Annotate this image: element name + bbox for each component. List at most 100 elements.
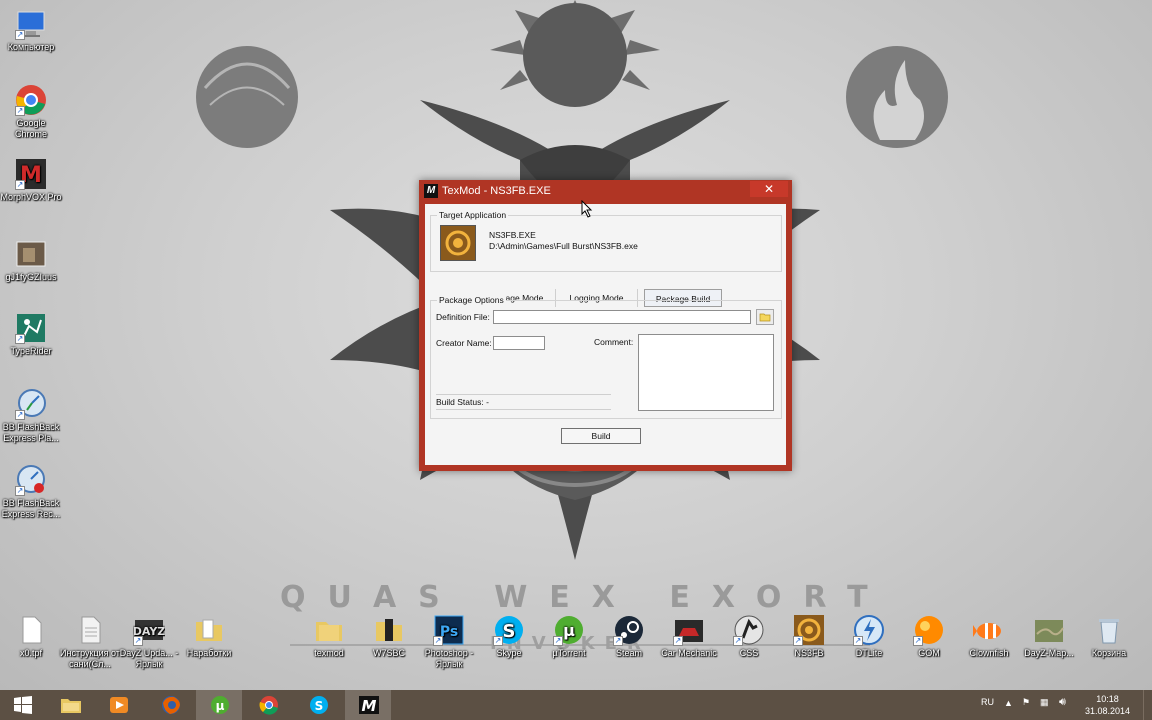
clock-date: 31.08.2014 — [1084, 706, 1130, 716]
taskbar-firefox[interactable] — [147, 690, 193, 720]
document-icon — [74, 614, 106, 646]
desktop-icon-label: Инструкция от сани(Сл... — [60, 648, 120, 669]
chrome-icon — [259, 696, 278, 715]
shortcut-arrow-icon: ↗ — [15, 486, 25, 496]
action-center-flag-icon[interactable]: ⚑ — [1022, 697, 1030, 720]
svg-text:M: M — [362, 697, 377, 715]
taskbar-media-player[interactable] — [95, 690, 141, 720]
shortcut-arrow-icon: ↗ — [913, 636, 923, 646]
gom-player-icon: ↗ — [913, 614, 945, 646]
desktop-icon-label: BB FlashBack Express Rec... — [1, 498, 61, 519]
flashback-recorder-icon: ↗ — [15, 464, 47, 496]
desktop-icon-skype[interactable]: S ↗ Skype — [478, 614, 540, 659]
svg-text:µ: µ — [563, 621, 575, 640]
flashback-player-icon: ↗ — [15, 388, 47, 420]
desktop-icon-photoshop[interactable]: Ps ↗ Photoshop - Ярлык — [418, 614, 480, 670]
svg-text:µ: µ — [216, 699, 225, 713]
shortcut-arrow-icon: ↗ — [133, 636, 143, 646]
desktop-icon-dtlite[interactable]: ↗ DTLite — [838, 614, 900, 659]
taskbar-explorer[interactable] — [47, 690, 93, 720]
system-clock[interactable]: 10:18 31.08.2014 — [1085, 693, 1130, 717]
comment-textarea[interactable] — [638, 334, 774, 411]
shortcut-arrow-icon: ↗ — [433, 636, 443, 646]
skype-icon: S — [310, 696, 328, 714]
desktop-icon-gom[interactable]: ↗ GOM — [898, 614, 960, 659]
counter-strike-icon: ↗ — [733, 614, 765, 646]
close-button[interactable]: ✕ — [750, 181, 788, 197]
desktop-icon-label: Корзина — [1091, 648, 1127, 658]
volume-icon[interactable]: 🔊︎ — [1059, 696, 1066, 720]
target-application-group: Target Application NS3FB.EXE D:\Admin\Ga… — [430, 210, 782, 272]
creator-name-input[interactable] — [493, 336, 545, 350]
desktop-icon-ns3fb[interactable]: ↗ NS3FB — [778, 614, 840, 659]
desktop-icon-computer[interactable]: ↗ Компьютер — [0, 8, 62, 53]
start-button[interactable] — [0, 690, 46, 720]
target-application-legend: Target Application — [437, 210, 509, 220]
desktop-icon-narabotki[interactable]: Наработки — [178, 614, 240, 659]
shortcut-arrow-icon: ↗ — [673, 636, 683, 646]
shortcut-arrow-icon: ↗ — [853, 636, 863, 646]
desktop-icon-flashback-recorder[interactable]: ↗ BB FlashBack Express Rec... — [0, 464, 62, 520]
shortcut-arrow-icon: ↗ — [733, 636, 743, 646]
network-icon[interactable]: ▦ — [1040, 697, 1049, 720]
desktop-icon-texmod-folder[interactable]: texmod — [298, 614, 360, 659]
desktop-icon-label: W7SBC — [372, 648, 405, 658]
build-status-label: Build Status: - — [436, 397, 489, 407]
desktop-icon-instruction[interactable]: Инструкция от сани(Сл... — [59, 614, 121, 670]
clownfish-icon — [973, 614, 1005, 646]
desktop-icon-clownfish[interactable]: Clownfish — [958, 614, 1020, 659]
desktop-icon-morphvox[interactable]: M ↗ MorphVOX Pro — [0, 158, 62, 203]
desktop-icon-w7sbc[interactable]: W7SBC — [358, 614, 420, 659]
morphvox-icon: M ↗ — [15, 158, 47, 190]
taskbar-texmod[interactable]: M — [345, 690, 391, 720]
build-button[interactable]: Build — [561, 428, 641, 444]
map-icon — [1033, 614, 1065, 646]
desktop-icon-flashback-player[interactable]: ↗ BB FlashBack Express Pla... — [0, 388, 62, 444]
shortcut-arrow-icon: ↗ — [15, 180, 25, 190]
definition-file-input[interactable] — [493, 310, 751, 324]
taskbar-skype[interactable]: S — [295, 690, 341, 720]
windows-logo-icon — [14, 696, 32, 714]
clock-time: 10:18 — [1096, 694, 1119, 704]
language-indicator[interactable]: RU — [981, 697, 994, 720]
desktop-icon-car-mechanic[interactable]: ↗ Car Mechanic — [658, 614, 720, 659]
taskbar-chrome[interactable] — [245, 690, 291, 720]
show-desktop-button[interactable] — [1143, 690, 1152, 720]
wallpaper-quas-wex-exort-text: QUAS WEX EXORT — [280, 580, 890, 615]
taskbar-utorrent[interactable]: µ — [196, 690, 242, 720]
folder-icon — [193, 614, 225, 646]
tray-show-hidden-icon[interactable]: ▲ — [1004, 698, 1013, 720]
utorrent-icon: µ ↗ — [553, 614, 585, 646]
comment-label: Comment: — [594, 337, 634, 347]
desktop-icon-label: Skype — [496, 648, 522, 658]
desktop-icon-utorrent[interactable]: µ ↗ µTorrent — [538, 614, 600, 659]
desktop-icon-video-file[interactable]: gJ1fyGZIuus — [0, 238, 62, 283]
folder-icon — [313, 614, 345, 646]
desktop-icon-label: Car Mechanic — [661, 648, 717, 658]
shortcut-arrow-icon: ↗ — [15, 30, 25, 40]
desktop-icon-css[interactable]: ↗ CSS — [718, 614, 780, 659]
desktop-icon-typerider[interactable]: ↗ TypeRider — [0, 312, 62, 357]
browse-definition-file-button[interactable] — [756, 309, 774, 325]
shortcut-arrow-icon: ↗ — [553, 636, 563, 646]
daemon-tools-icon: ↗ — [853, 614, 885, 646]
desktop-icon-dayz-map[interactable]: DayZ-Map... — [1018, 614, 1080, 659]
desktop-icon-steam[interactable]: ↗ Steam — [598, 614, 660, 659]
desktop-icon-label: texmod — [314, 648, 344, 658]
photoshop-icon: Ps ↗ — [433, 614, 465, 646]
desktop-icon-google-chrome[interactable]: ↗ Google Chrome — [0, 84, 62, 140]
window-title: TexMod - NS3FB.EXE — [442, 185, 551, 197]
taskbar: µ S M RU ▲ ⚑ ▦ 🔊︎ 10:18 31.08.2014 — [0, 690, 1152, 720]
folder-icon — [373, 614, 405, 646]
window-titlebar[interactable]: M TexMod - NS3FB.EXE ✕ — [419, 180, 792, 204]
desktop-icon-x0-tpf[interactable]: x0.tpf — [0, 614, 62, 659]
folder-open-icon — [759, 313, 771, 322]
desktop-icon-label: DayZ-Map... — [1024, 648, 1074, 658]
desktop-icon-dayz-updater[interactable]: DAYZ ↗ DayZ Upda... - Ярлык — [118, 614, 180, 670]
car-mechanic-icon: ↗ — [673, 614, 705, 646]
typerider-icon: ↗ — [15, 312, 47, 344]
shortcut-arrow-icon: ↗ — [15, 106, 25, 116]
desktop-icon-label: Наработки — [186, 648, 232, 658]
desktop-icon-recycle-bin[interactable]: Корзина — [1078, 614, 1140, 659]
computer-icon: ↗ — [15, 8, 47, 40]
